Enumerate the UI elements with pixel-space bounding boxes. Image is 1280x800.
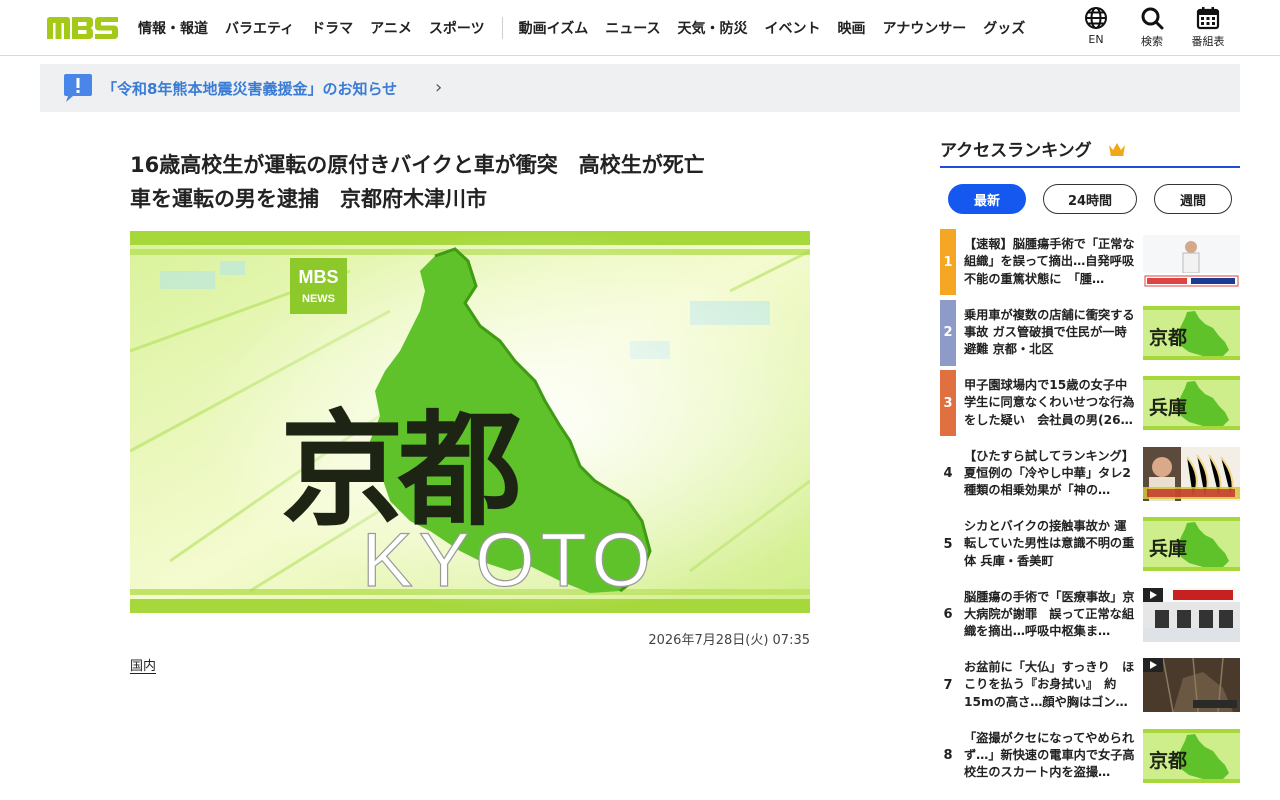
ranking-item[interactable]: 5 シカとバイクの接触事故か 運転していた男性は意識不明の重体 兵庫・香美町 兵庫 <box>940 511 1240 577</box>
ranking-number: 3 <box>940 370 956 436</box>
site-header: 情報・報道 バラエティ ドラマ アニメ スポーツ 動画イズム ニュース 天気・防… <box>0 0 1280 56</box>
ranking-title: アクセスランキング <box>940 141 1092 161</box>
search-label: 検索 <box>1141 35 1163 48</box>
thumb-kanji: 兵庫 <box>1149 396 1187 419</box>
ranking-thumbnail[interactable] <box>1143 658 1240 712</box>
thumb-kanji: 京都 <box>1149 326 1187 349</box>
tab-weekly[interactable]: 週間 <box>1154 184 1232 214</box>
ranking-headline[interactable]: 「盗撮がクセになってやめられず…」新快速の電車内で女子高校生のスカート内を盗撮… <box>964 730 1136 782</box>
ranking-headline[interactable]: 【速報】脳腫瘍手術で「正常な組織」を誤って摘出…自発呼吸不能の重篤状態に 「腫… <box>964 236 1136 288</box>
calendar-icon <box>1196 7 1220 30</box>
nav-divider <box>501 17 503 39</box>
ranking-item[interactable]: 2 乗用車が複数の店舗に衝突する事故 ガス管破損で住民が一時避難 京都・北区 京都 <box>940 299 1240 366</box>
article-title: 16歳高校生が運転の原付きバイクと車が衝突 高校生が死亡 車を運転の男を逮捕 京… <box>130 148 820 216</box>
thumb-kanji: 京都 <box>1149 749 1187 772</box>
article-category-link[interactable]: 国内 <box>130 655 156 674</box>
ranking-item[interactable]: 6 脳腫瘍の手術で「医療事故」京大病院が謝罪 誤って正常な組織を摘出…呼吸中枢集ま… <box>940 581 1240 648</box>
nav-item-news[interactable]: ニュース <box>605 18 660 38</box>
ranking-number: 1 <box>940 229 956 295</box>
ranking-number: 5 <box>940 511 956 577</box>
nav-item-announcers[interactable]: アナウンサー <box>883 18 967 38</box>
language-button[interactable]: EN <box>1076 6 1116 49</box>
article-title-line2: 車を運転の男を逮捕 京都府木津川市 <box>130 187 487 211</box>
ranking-thumbnail[interactable]: 京都 <box>1143 305 1240 360</box>
ranking-headline[interactable]: シカとバイクの接触事故か 運転していた男性は意識不明の重体 兵庫・香美町 <box>964 518 1136 570</box>
ranking-headline[interactable]: 甲子園球場内で15歳の女子中学生に同意なくわいせつな行為をした疑い 会社員の男(… <box>964 377 1136 429</box>
article-date: 2026年7月28日(火) 07:35 <box>648 633 810 648</box>
nav-item-drama[interactable]: ドラマ <box>311 18 353 38</box>
ranking-thumbnail[interactable]: 京都 <box>1143 728 1240 783</box>
nav-item-events[interactable]: イベント <box>765 18 821 38</box>
nav-item-weather[interactable]: 天気・防災 <box>678 18 748 38</box>
ranking-number: 7 <box>940 652 956 718</box>
ranking-item[interactable]: 4 【ひたすら試してランキング】夏恒例の「冷やし中華」タレ2種類の相乗効果が「神の… <box>940 440 1240 507</box>
tab-latest[interactable]: 最新 <box>948 184 1026 214</box>
ranking-headline[interactable]: 脳腫瘍の手術で「医療事故」京大病院が謝罪 誤って正常な組織を摘出…呼吸中枢集ま… <box>964 589 1136 641</box>
ranking-thumbnail[interactable]: 兵庫 <box>1143 517 1240 571</box>
hero-logo-news: NEWS <box>302 293 335 305</box>
nav-item-movies[interactable]: 映画 <box>838 18 866 38</box>
ranking-number: 8 <box>940 722 956 789</box>
article-hero-image: MBS NEWS 京都 KYOTO <box>130 231 810 613</box>
globe-icon <box>1085 7 1107 29</box>
ranking-tabs: 最新 24時間 週間 <box>948 184 1232 214</box>
ranking-headline[interactable]: お盆前に「大仏」すっきり ほこりを払う『お身拭い』 約15mの高さ…顔や胸はゴン… <box>964 659 1136 711</box>
ranking-number: 2 <box>940 299 956 366</box>
ranking-number: 6 <box>940 581 956 648</box>
ranking-thumbnail[interactable] <box>1143 235 1240 289</box>
search-icon <box>1141 7 1164 30</box>
global-nav: 情報・報道 バラエティ ドラマ アニメ スポーツ 動画イズム ニュース 天気・防… <box>138 0 1042 56</box>
article-title-line1: 16歳高校生が運転の原付きバイクと車が衝突 高校生が死亡 <box>130 153 705 177</box>
nav-item-variety[interactable]: バラエティ <box>225 18 294 38</box>
program-guide-label: 番組表 <box>1191 35 1225 48</box>
ranking-thumbnail[interactable] <box>1143 587 1240 642</box>
ranking-item[interactable]: 7 お盆前に「大仏」すっきり ほこりを払う『お身拭い』 約15mの高さ…顔や胸はゴ… <box>940 652 1240 718</box>
nav-item-news-info[interactable]: 情報・報道 <box>138 18 208 38</box>
tab-24h[interactable]: 24時間 <box>1043 184 1137 214</box>
hero-logo-mbs: MBS <box>299 267 339 287</box>
exclamation-bubble-icon <box>64 74 92 102</box>
notice-banner[interactable]: 「令和8年熊本地震災害義援金」のお知らせ › <box>40 64 1240 112</box>
ranking-item[interactable]: 8 「盗撮がクセになってやめられず…」新快速の電車内で女子高校生のスカート内を盗撮… <box>940 722 1240 789</box>
language-label: EN <box>1088 33 1104 46</box>
hero-roman: KYOTO <box>362 518 657 603</box>
ranking-list: 1 【速報】脳腫瘍手術で「正常な組織」を誤って摘出…自発呼吸不能の重篤状態に 「腫… <box>940 229 1240 793</box>
ranking-item[interactable]: 3 甲子園球場内で15歳の女子中学生に同意なくわいせつな行為をした疑い 会社員の男… <box>940 370 1240 436</box>
nav-item-sports[interactable]: スポーツ <box>429 18 485 38</box>
nav-item-douga-ism[interactable]: 動画イズム <box>519 18 589 38</box>
thumb-kanji: 兵庫 <box>1149 537 1187 560</box>
ranking-thumbnail[interactable]: 兵庫 <box>1143 376 1240 430</box>
header-utility-icons: EN 検索 番組表 <box>1076 6 1228 49</box>
search-button[interactable]: 検索 <box>1132 6 1172 49</box>
crown-icon <box>1109 143 1125 156</box>
chevron-right-icon: › <box>435 77 443 98</box>
mbs-logo[interactable] <box>47 17 118 39</box>
program-guide-button[interactable]: 番組表 <box>1188 6 1228 49</box>
nav-item-goods[interactable]: グッズ <box>983 18 1025 38</box>
ranking-number: 4 <box>940 440 956 507</box>
notice-text[interactable]: 「令和8年熊本地震災害義援金」のお知らせ <box>102 78 397 99</box>
ranking-header: アクセスランキング <box>940 136 1240 168</box>
nav-item-anime[interactable]: アニメ <box>370 18 412 38</box>
ranking-item[interactable]: 1 【速報】脳腫瘍手術で「正常な組織」を誤って摘出…自発呼吸不能の重篤状態に 「腫… <box>940 229 1240 295</box>
ranking-headline[interactable]: 【ひたすら試してランキング】夏恒例の「冷やし中華」タレ2種類の相乗効果が「神の… <box>964 448 1136 500</box>
ranking-thumbnail[interactable] <box>1143 446 1240 501</box>
ranking-headline[interactable]: 乗用車が複数の店舗に衝突する事故 ガス管破損で住民が一時避難 京都・北区 <box>964 307 1136 359</box>
